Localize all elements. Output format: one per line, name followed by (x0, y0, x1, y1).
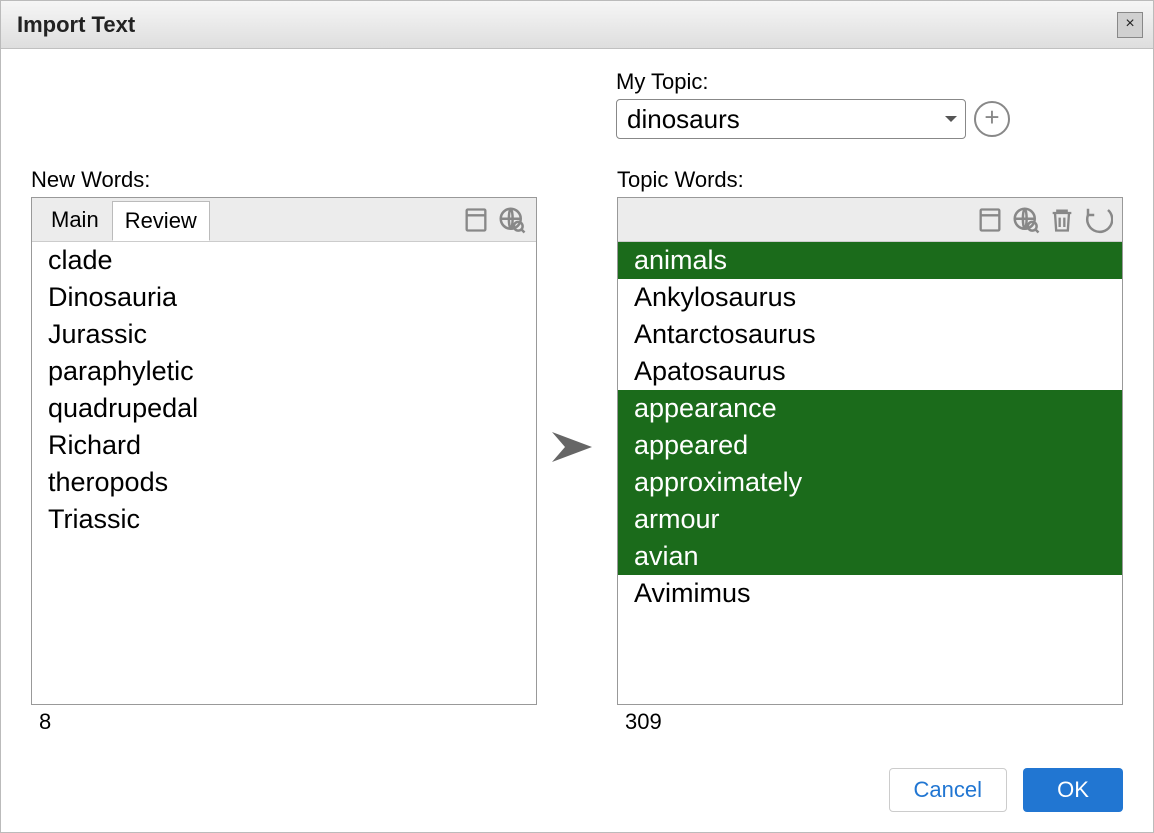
dialog-title: Import Text (11, 12, 135, 38)
arrow-column (537, 167, 617, 477)
list-item[interactable]: Triassic (32, 501, 536, 538)
list-item[interactable]: paraphyletic (32, 353, 536, 390)
list-item[interactable]: Dinosauria (32, 279, 536, 316)
list-item[interactable]: theropods (32, 464, 536, 501)
new-words-column: New Words: Main Review cladeDinosauriaJu (31, 167, 537, 735)
topic-select-value: dinosaurs (627, 104, 740, 135)
topic-words-label: Topic Words: (617, 167, 1123, 193)
topic-select-row: dinosaurs + (616, 99, 1123, 139)
add-topic-button[interactable]: + (974, 101, 1010, 137)
undo-icon (1083, 205, 1113, 235)
move-right-button[interactable] (547, 417, 607, 477)
new-words-panel: Main Review cladeDinosauriaJurassicparap… (31, 197, 537, 705)
delete-button[interactable] (1044, 202, 1080, 238)
undo-button[interactable] (1080, 202, 1116, 238)
topic-words-column: Topic Words: (617, 167, 1123, 735)
titlebar: Import Text × (1, 1, 1153, 49)
list-item[interactable]: avian (618, 538, 1122, 575)
cancel-button[interactable]: Cancel (889, 768, 1007, 812)
list-item[interactable]: appeared (618, 427, 1122, 464)
book-icon (976, 206, 1004, 234)
topic-words-list[interactable]: animalsAnkylosaurusAntarctosaurusApatosa… (618, 242, 1122, 704)
close-button[interactable]: × (1117, 12, 1143, 38)
list-item[interactable]: approximately (618, 464, 1122, 501)
topic-label: My Topic: (616, 69, 1123, 95)
tab-main[interactable]: Main (38, 200, 112, 240)
new-words-toolbar: Main Review (32, 198, 536, 242)
dictionary-button[interactable] (458, 202, 494, 238)
topic-words-panel: animalsAnkylosaurusAntarctosaurusApatosa… (617, 197, 1123, 705)
chevron-down-icon (945, 116, 957, 122)
list-item[interactable]: Apatosaurus (618, 353, 1122, 390)
web-search-button[interactable] (494, 202, 530, 238)
list-item[interactable]: Avimimus (618, 575, 1122, 612)
button-row: Cancel OK (1, 748, 1153, 832)
topic-words-toolbar (618, 198, 1122, 242)
globe-search-icon (1011, 205, 1041, 235)
trash-icon (1048, 206, 1076, 234)
web-search-button-right[interactable] (1008, 202, 1044, 238)
list-item[interactable]: armour (618, 501, 1122, 538)
list-item[interactable]: Richard (32, 427, 536, 464)
topic-words-count: 309 (617, 705, 1123, 735)
ok-button[interactable]: OK (1023, 768, 1123, 812)
list-item[interactable]: quadrupedal (32, 390, 536, 427)
dialog-content: My Topic: dinosaurs + New Words: Ma (1, 49, 1153, 748)
import-text-dialog: Import Text × My Topic: dinosaurs + (0, 0, 1154, 833)
new-words-label: New Words: (31, 167, 537, 193)
topic-select[interactable]: dinosaurs (616, 99, 966, 139)
book-icon (462, 206, 490, 234)
new-words-count: 8 (31, 705, 537, 735)
plus-icon: + (984, 102, 999, 133)
top-row: My Topic: dinosaurs + (31, 69, 1123, 139)
topic-section: My Topic: dinosaurs + (616, 69, 1123, 139)
list-item[interactable]: Antarctosaurus (618, 316, 1122, 353)
list-item[interactable]: Jurassic (32, 316, 536, 353)
list-item[interactable]: appearance (618, 390, 1122, 427)
list-item[interactable]: Ankylosaurus (618, 279, 1122, 316)
new-words-list[interactable]: cladeDinosauriaJurassicparaphyleticquadr… (32, 242, 536, 704)
lists-row: New Words: Main Review cladeDinosauriaJu (31, 167, 1123, 735)
tab-review[interactable]: Review (112, 201, 210, 241)
close-icon: × (1125, 15, 1134, 32)
list-item[interactable]: clade (32, 242, 536, 279)
dictionary-button-right[interactable] (972, 202, 1008, 238)
list-item[interactable]: animals (618, 242, 1122, 279)
globe-search-icon (497, 205, 527, 235)
